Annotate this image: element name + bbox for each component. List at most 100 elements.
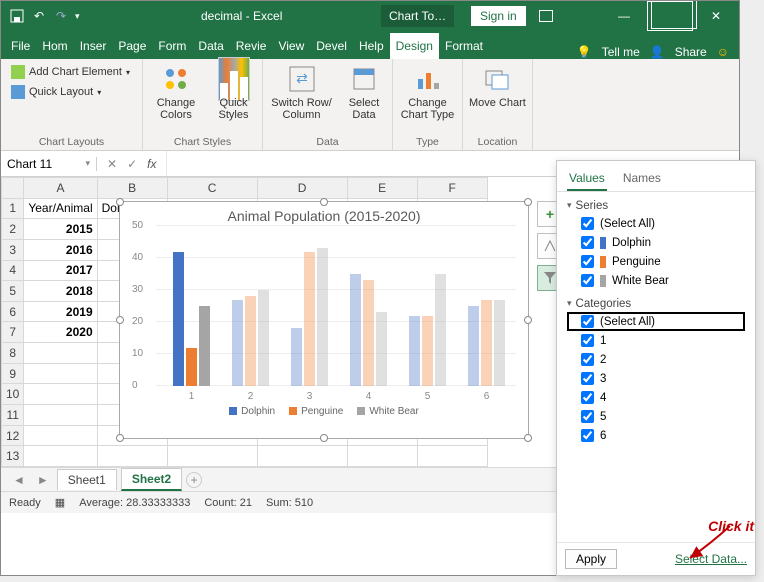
filter-category-item[interactable]: 4 [567,388,745,407]
select-all-corner[interactable] [2,178,24,199]
cell[interactable] [24,384,97,405]
tab-design[interactable]: Design [390,33,439,59]
tab-review[interactable]: Revie [230,33,273,59]
resize-handle[interactable] [116,434,124,442]
sign-in-button[interactable]: Sign in [471,6,526,26]
row-header[interactable]: 1 [2,198,24,219]
filter-series-selectall[interactable]: (Select All) [567,214,745,233]
col-header[interactable]: C [167,178,257,199]
cell[interactable]: 2016 [24,239,97,260]
resize-handle[interactable] [116,198,124,206]
tab-formulas[interactable]: Form [152,33,192,59]
tab-page[interactable]: Page [112,33,152,59]
filter-categories-selectall[interactable]: (Select All) [567,312,745,331]
cell[interactable] [97,446,167,467]
select-data-link[interactable]: Select Data... [675,552,747,566]
col-header[interactable]: F [417,178,487,199]
row-header[interactable]: 11 [2,405,24,426]
save-icon[interactable] [9,8,25,24]
tab-file[interactable]: File [5,33,36,59]
row-header[interactable]: 2 [2,219,24,240]
change-colors-button[interactable]: Change Colors [149,63,203,121]
cell[interactable] [257,446,347,467]
row-header[interactable]: 4 [2,260,24,281]
filter-category-item[interactable]: 2 [567,350,745,369]
filter-series-header[interactable]: Series [567,198,745,214]
checkbox[interactable] [581,255,594,268]
row-header[interactable]: 7 [2,322,24,343]
filter-category-item[interactable]: 6 [567,426,745,445]
tab-format[interactable]: Format [439,33,489,59]
tab-insert[interactable]: Inser [74,33,113,59]
row-header[interactable]: 10 [2,384,24,405]
filter-series-item[interactable]: White Bear [567,271,745,290]
row-header[interactable]: 13 [2,446,24,467]
cell[interactable] [24,405,97,426]
chart-plot-area[interactable]: 01020304050123456 [132,226,516,386]
cell[interactable]: 2017 [24,260,97,281]
chart-legend[interactable]: DolphinPenguineWhite Bear [120,386,528,417]
cell[interactable] [347,446,417,467]
tab-data[interactable]: Data [192,33,229,59]
cell[interactable]: 2020 [24,322,97,343]
row-header[interactable]: 5 [2,281,24,302]
filter-tab-values[interactable]: Values [567,167,607,191]
move-chart-button[interactable]: Move Chart [469,63,526,109]
tab-home[interactable]: Hom [36,33,73,59]
col-header[interactable]: D [257,178,347,199]
resize-handle[interactable] [524,434,532,442]
cell[interactable] [24,343,97,364]
resize-handle[interactable] [524,316,532,324]
filter-category-item[interactable]: 5 [567,407,745,426]
filter-series-item[interactable]: Dolphin [567,233,745,252]
row-header[interactable]: 6 [2,301,24,322]
checkbox[interactable] [581,429,594,442]
quick-styles-button[interactable]: Quick Styles [211,63,256,121]
share-label[interactable]: Share [675,45,707,59]
row-header[interactable]: 8 [2,343,24,364]
resize-handle[interactable] [320,198,328,206]
cell[interactable]: 2015 [24,219,97,240]
col-header[interactable]: A [24,178,97,199]
checkbox[interactable] [581,217,594,230]
enter-formula-icon[interactable]: ✓ [127,157,137,171]
sheet-nav-prev[interactable]: ◄ [9,473,29,487]
undo-icon[interactable]: ↶ [31,8,47,24]
col-header[interactable]: E [347,178,417,199]
checkbox[interactable] [581,236,594,249]
macro-record-icon[interactable]: ▦ [55,496,65,509]
share-icon[interactable]: 👤 [650,45,665,59]
cell[interactable]: Year/Animal [24,198,97,219]
sheet-tab-active[interactable]: Sheet2 [121,468,182,491]
tab-view[interactable]: View [272,33,310,59]
row-header[interactable]: 3 [2,239,24,260]
cell[interactable] [24,446,97,467]
fx-icon[interactable]: fx [147,157,156,171]
row-header[interactable]: 9 [2,363,24,384]
smiley-icon[interactable]: ☺ [717,45,729,59]
sheet-nav-next[interactable]: ► [33,473,53,487]
change-chart-type-button[interactable]: Change Chart Type [399,63,456,121]
tab-developer[interactable]: Devel [310,33,353,59]
checkbox[interactable] [581,274,594,287]
checkbox[interactable] [581,334,594,347]
cell[interactable] [167,446,257,467]
cell[interactable]: 2019 [24,301,97,322]
filter-categories-header[interactable]: Categories [567,296,745,312]
checkbox[interactable] [581,372,594,385]
resize-handle[interactable] [524,198,532,206]
name-box[interactable]: Chart 11▾ [1,157,97,171]
embedded-chart[interactable]: Animal Population (2015-2020) 0102030405… [119,201,529,439]
minimize-button[interactable]: — [601,1,647,31]
checkbox[interactable] [581,315,594,328]
resize-handle[interactable] [320,434,328,442]
new-sheet-button[interactable]: + [186,472,202,488]
switch-row-column-button[interactable]: ⇄ Switch Row/ Column [269,63,334,121]
col-header[interactable]: B [97,178,167,199]
filter-category-item[interactable]: 1 [567,331,745,350]
apply-button[interactable]: Apply [565,549,617,569]
tab-help[interactable]: Help [353,33,390,59]
tellme-label[interactable]: Tell me [602,45,640,59]
checkbox[interactable] [581,410,594,423]
ribbon-display-icon[interactable] [539,10,553,22]
